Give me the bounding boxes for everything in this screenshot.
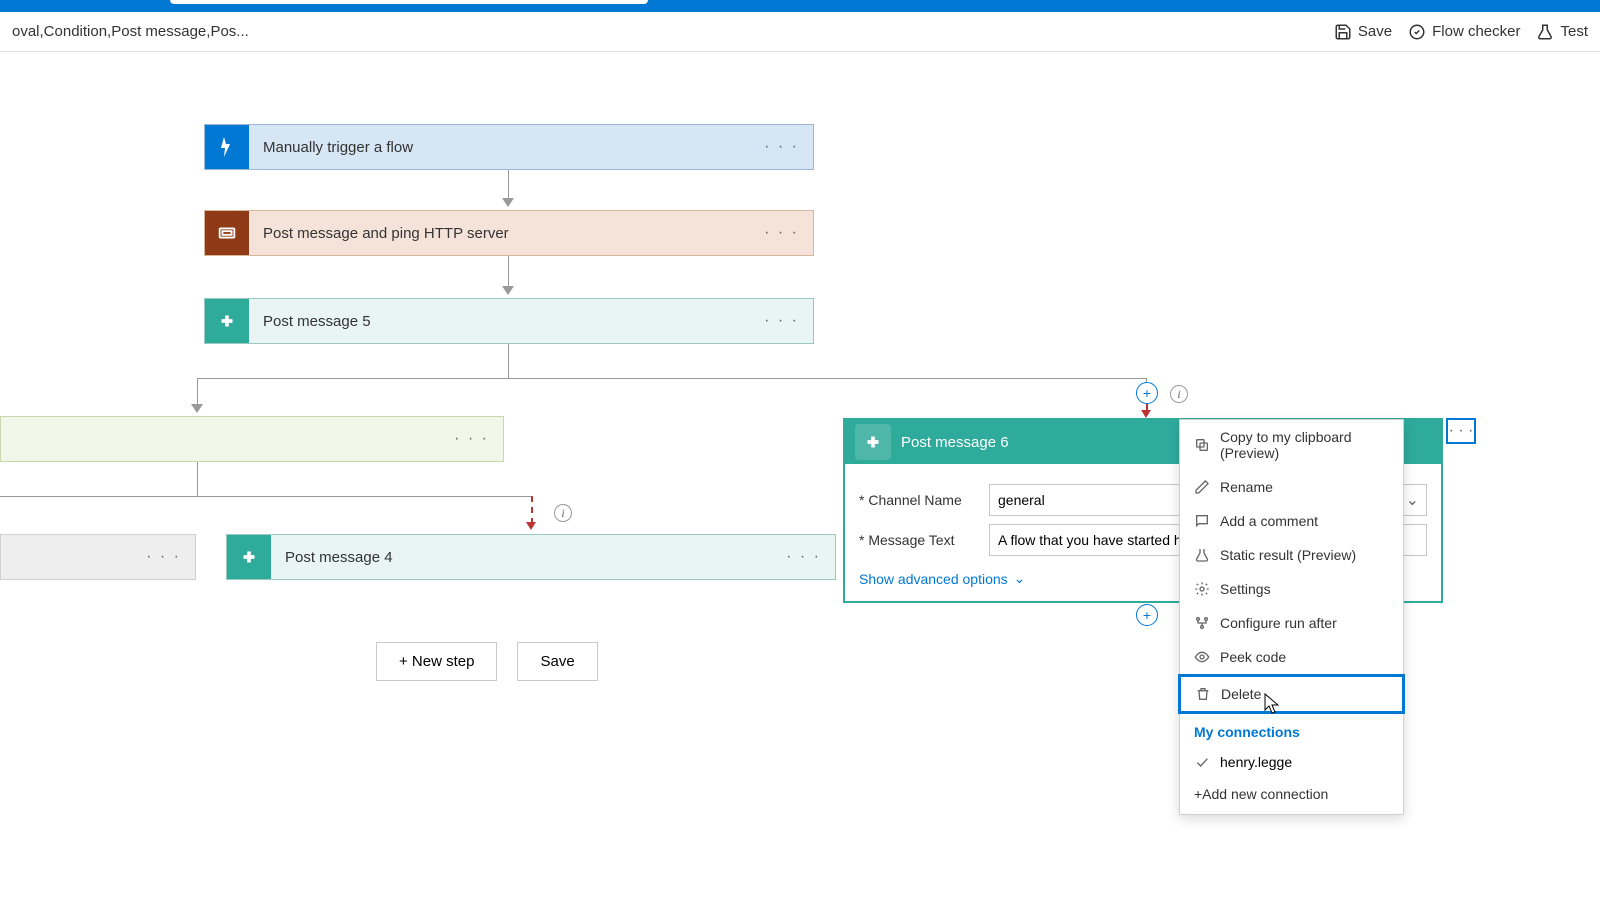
card-pm4-menu[interactable]: · · · [786,548,821,566]
flow-checker-button[interactable]: Flow checker [1408,23,1520,41]
scope-icon [205,211,249,255]
menu-static-result[interactable]: Static result (Preview) [1180,538,1403,572]
save-button[interactable]: Save [1334,23,1392,41]
slack-icon [205,299,249,343]
menu-connection-item[interactable]: henry.legge [1180,746,1403,778]
card-trigger[interactable]: Manually trigger a flow · · · [204,124,814,170]
arrow-icon [1141,410,1151,418]
save-flow-button[interactable]: Save [517,642,597,681]
card-pm5-menu[interactable]: · · · [764,312,799,330]
arrow-icon [502,198,514,207]
card-http-menu[interactable]: · · · [764,224,799,242]
flow-canvas[interactable]: Manually trigger a flow · · · Post messa… [0,52,1600,900]
connector [508,170,509,200]
beaker-icon [1194,547,1210,563]
comment-icon [1194,513,1210,529]
arrow-icon [526,522,536,530]
menu-settings[interactable]: Settings [1180,572,1403,606]
trash-icon [1195,686,1211,702]
card-placeholder[interactable]: · · · [0,534,196,580]
arrow-icon [191,404,203,413]
menu-configure-run-after[interactable]: Configure run after [1180,606,1403,640]
card-http[interactable]: Post message and ping HTTP server · · · [204,210,814,256]
menu-add-connection[interactable]: +Add new connection [1180,778,1403,814]
trigger-icon [205,125,249,169]
slack-icon [855,424,891,460]
breadcrumb: oval,Condition,Post message,Pos... [12,23,249,40]
menu-add-comment[interactable]: Add a comment [1180,504,1403,538]
card-grey-menu[interactable]: · · · [146,548,181,566]
card-post-message-4[interactable]: Post message 4 · · · [226,534,836,580]
copy-icon [1194,437,1210,453]
save-icon [1334,23,1352,41]
test-button[interactable]: Test [1536,23,1588,41]
connector [508,344,509,378]
menu-rename[interactable]: Rename [1180,470,1403,504]
sub-header: oval,Condition,Post message,Pos... Save … [0,12,1600,52]
channel-name-label: * Channel Name [859,492,989,508]
connector [508,256,509,288]
slack-icon [227,535,271,579]
connector-dashed [531,496,533,524]
card-pm6-menu-button[interactable]: · · · [1446,418,1476,444]
eye-icon [1194,649,1210,665]
branch-icon [1194,615,1210,631]
search-input[interactable] [170,0,648,4]
check-icon [1194,754,1210,770]
info-icon[interactable]: i [1170,385,1188,403]
connector [197,462,198,496]
add-step-button[interactable]: + [1136,604,1158,626]
gear-icon [1194,581,1210,597]
menu-peek-code[interactable]: Peek code [1180,640,1403,674]
checker-icon [1408,23,1426,41]
pencil-icon [1194,479,1210,495]
card-post-message-5[interactable]: Post message 5 · · · [204,298,814,344]
show-advanced-options[interactable]: Show advanced options ⌄ [859,570,1025,587]
context-menu: Copy to my clipboard (Preview) Rename Ad… [1179,419,1404,815]
menu-my-connections-header: My connections [1180,714,1403,746]
menu-delete[interactable]: Delete [1178,674,1405,714]
add-branch-button[interactable]: + [1136,382,1158,404]
connector [197,378,1147,379]
connector [197,378,198,406]
chevron-down-icon[interactable]: ⌄ [1406,490,1419,510]
card-pale-menu[interactable]: · · · [454,430,489,448]
arrow-icon [502,286,514,295]
beaker-icon [1536,23,1554,41]
chevron-down-icon: ⌄ [1014,570,1026,587]
info-icon[interactable]: i [554,504,572,522]
menu-copy[interactable]: Copy to my clipboard (Preview) [1180,420,1403,470]
card-trigger-menu[interactable]: · · · [764,138,799,156]
message-text-label: * Message Text [859,532,989,548]
new-step-button[interactable]: + New step [376,642,497,681]
connector [0,496,532,497]
card-condition-branch[interactable]: · · · [0,416,504,462]
